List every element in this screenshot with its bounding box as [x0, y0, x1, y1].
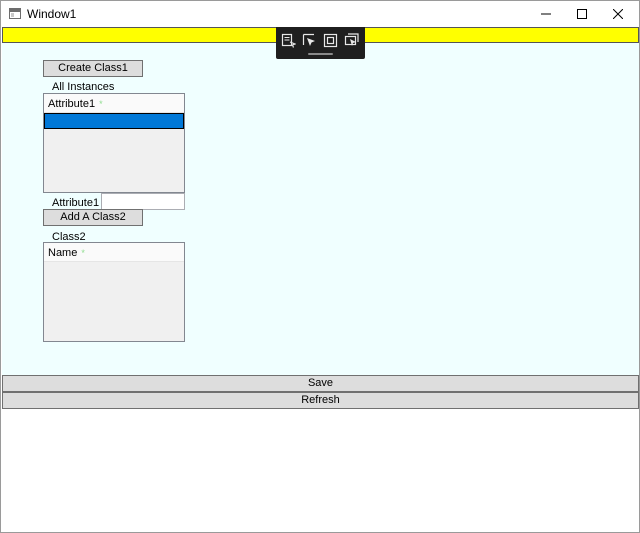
name-column-header[interactable]: Name * — [48, 247, 85, 259]
column-marker: * — [81, 248, 85, 258]
minimize-icon — [541, 13, 551, 14]
create-class1-button[interactable]: Create Class1 — [43, 60, 143, 77]
attribute1-column-label: Attribute1 — [48, 98, 96, 110]
title-bar[interactable]: Window1 — [1, 1, 639, 26]
select-element-icon[interactable] — [302, 33, 317, 48]
instances-list-header[interactable]: Attribute1 * — [44, 94, 184, 113]
close-icon — [613, 8, 623, 19]
refresh-button[interactable]: Refresh — [2, 392, 639, 409]
debug-toolbar[interactable] — [276, 27, 365, 59]
maximize-icon — [577, 8, 587, 19]
selected-list-item[interactable] — [44, 113, 184, 129]
attribute1-label: Attribute1 — [52, 197, 100, 209]
class2-list[interactable]: Name * — [43, 242, 185, 342]
live-visual-tree-icon[interactable] — [281, 33, 296, 48]
attribute1-column-header[interactable]: Attribute1 * — [48, 98, 103, 110]
class2-list-header[interactable]: Name * — [44, 243, 184, 262]
app-window: Window1 Class2 Class2 Create Class1 All … — [0, 0, 640, 533]
save-button[interactable]: Save — [2, 375, 639, 392]
attribute1-input[interactable] — [101, 193, 185, 210]
track-focus-icon[interactable] — [344, 33, 359, 48]
name-column-label: Name — [48, 247, 78, 259]
instances-list[interactable]: Attribute1 * — [43, 93, 185, 193]
window-icon — [9, 8, 21, 19]
close-button[interactable] — [595, 1, 640, 26]
all-instances-label: All Instances — [52, 81, 115, 93]
window-title: Window1 — [27, 7, 77, 21]
display-adorners-icon[interactable] — [323, 33, 338, 48]
add-class2-button[interactable]: Add A Class2 — [43, 209, 143, 226]
toolbar-grip[interactable] — [308, 53, 333, 55]
column-marker: * — [99, 99, 103, 109]
